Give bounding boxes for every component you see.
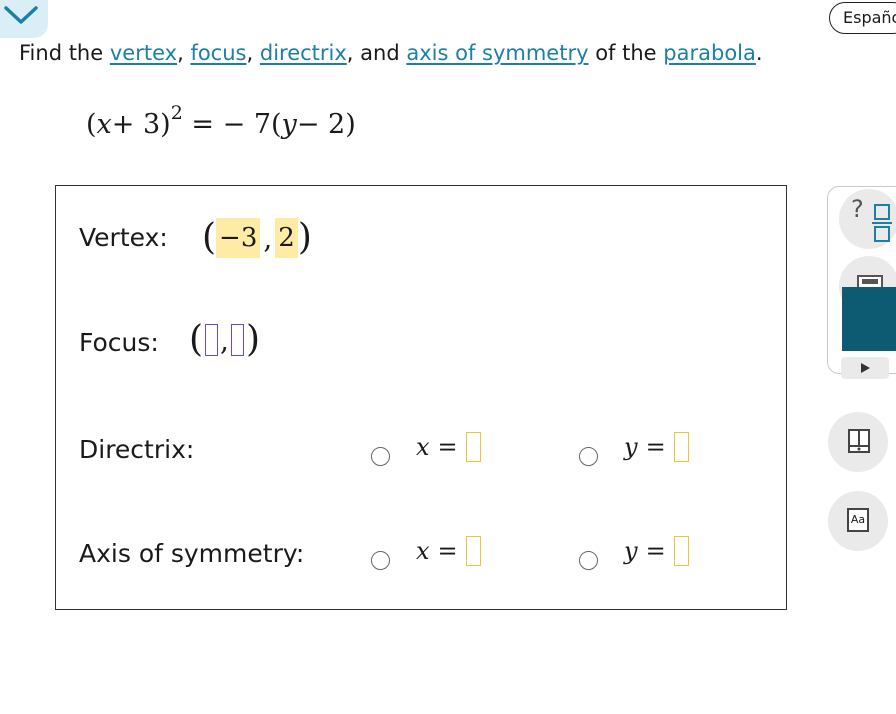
paren-close: ) (297, 217, 312, 258)
vertex-y-input[interactable]: 2 (275, 218, 298, 258)
axis-x-input[interactable] (465, 536, 481, 566)
font-size-icon: Aa (847, 508, 869, 532)
var-y: y (624, 537, 638, 565)
equals: = (437, 433, 458, 461)
chevron-down-icon (4, 6, 38, 24)
language-button[interactable]: Español (829, 2, 896, 34)
paren-close: ) (245, 319, 260, 360)
book-icon (848, 429, 870, 453)
textbook-button[interactable] (828, 412, 888, 472)
parabola-equation: (x+ 3)2 = − 7(y− 2) (86, 102, 356, 140)
equals: = (645, 433, 666, 461)
instr-comma: , (177, 41, 184, 65)
expand-tools-button[interactable] (841, 357, 889, 379)
instr-comma: , (246, 41, 254, 65)
axis-x-radio[interactable] (371, 551, 390, 570)
equals: = (437, 537, 458, 565)
comma: , (263, 221, 273, 255)
focus-label: Focus: (79, 328, 159, 357)
axis-x-option: x = (416, 536, 481, 566)
tool-panel-accent (842, 287, 896, 351)
var-x: x (416, 537, 430, 565)
parabola-link[interactable]: parabola (663, 41, 756, 65)
directrix-x-input[interactable] (465, 432, 481, 462)
eq-paren: ( (271, 109, 282, 140)
directrix-link[interactable]: directrix (260, 41, 347, 65)
directrix-x-radio[interactable] (371, 447, 390, 466)
instr-text: , and (346, 41, 400, 65)
focus-link[interactable]: focus (190, 41, 246, 65)
focus-y-input[interactable] (230, 324, 244, 356)
axis-y-input[interactable] (673, 536, 689, 566)
eq-exponent: 2 (170, 102, 183, 124)
fraction-icon (872, 204, 892, 242)
var-x: x (416, 433, 430, 461)
eq-rhs: = − 7 (191, 109, 271, 140)
fraction-tool-button[interactable]: ? (839, 189, 896, 249)
vertex-x-input[interactable]: −3 (216, 218, 261, 258)
paren-open: ( (202, 217, 217, 258)
focus-answer: ( , ) (189, 322, 260, 358)
directrix-x-option: x = (416, 432, 481, 462)
directrix-y-input[interactable] (673, 432, 689, 462)
text-size-button[interactable]: Aa (828, 491, 888, 551)
vertex-label: Vertex: (79, 223, 168, 252)
instr-text: of the (595, 41, 657, 65)
equals: = (645, 537, 666, 565)
vertex-answer: ( −3 , 2 ) (202, 218, 312, 258)
instr-text: Find the (19, 41, 104, 65)
axis-label: Axis of symmetry: (79, 539, 305, 568)
directrix-y-radio[interactable] (579, 447, 598, 466)
var-y: y (624, 433, 638, 461)
eq-paren: ) (160, 109, 171, 140)
vertex-link[interactable]: vertex (110, 41, 177, 65)
comma: , (220, 323, 229, 357)
collapse-tab[interactable] (0, 0, 48, 38)
eq-x: x (96, 109, 112, 140)
paren-open: ( (189, 319, 204, 360)
answer-panel: Vertex: ( −3 , 2 ) Focus: ( , ) Directri… (55, 185, 787, 610)
directrix-label: Directrix: (79, 435, 195, 464)
eq-y: y (281, 109, 297, 140)
instr-period: . (755, 41, 763, 65)
eq-term: − 2 (296, 109, 346, 140)
axis-y-radio[interactable] (579, 551, 598, 570)
eq-term: + 3 (111, 109, 161, 140)
eq-paren: ) (345, 109, 356, 140)
question-mark-icon: ? (851, 195, 864, 223)
focus-x-input[interactable] (205, 324, 219, 356)
eq-paren: ( (86, 109, 97, 140)
instructions: Find the vertex, focus, directrix, and a… (19, 41, 763, 65)
directrix-y-option: y = (624, 432, 689, 462)
play-icon (861, 363, 870, 373)
axis-y-option: y = (624, 536, 689, 566)
axis-of-symmetry-link[interactable]: axis of symmetry (406, 41, 588, 65)
